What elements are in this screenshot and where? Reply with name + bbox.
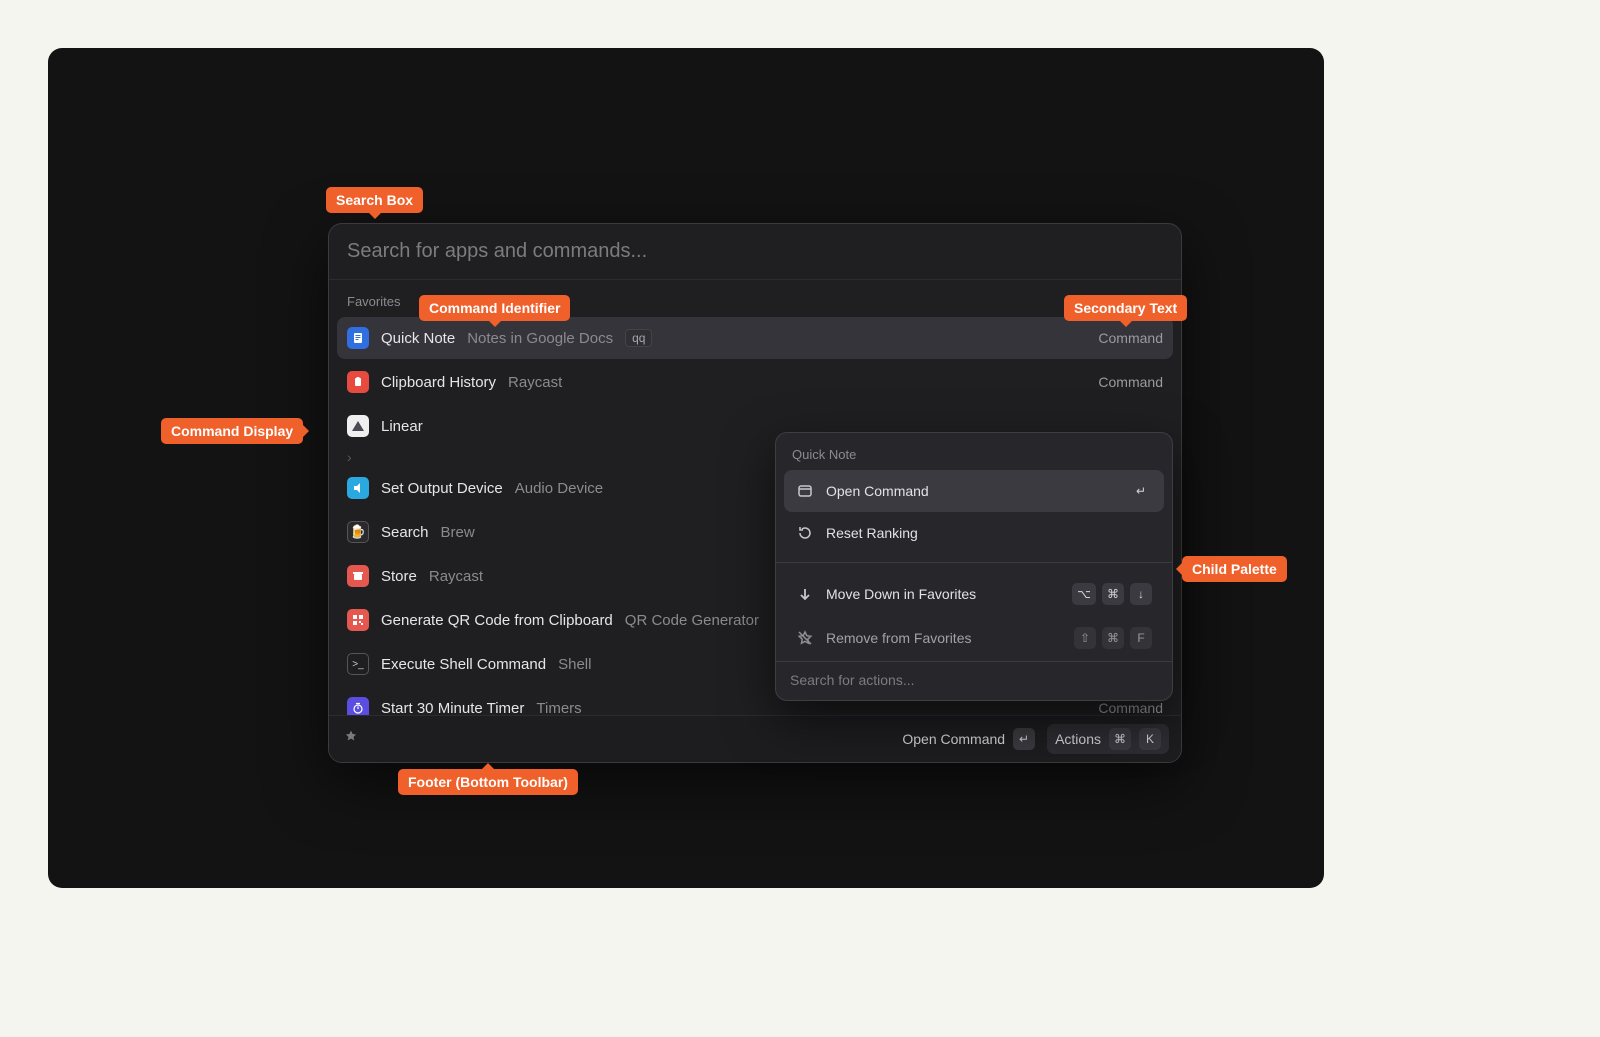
action-label: Remove from Favorites: [826, 630, 971, 646]
annotation-command-identifier: Command Identifier: [419, 295, 570, 321]
command-type: Command: [1098, 374, 1163, 390]
brew-icon: 🍺: [347, 521, 369, 543]
command-title: Generate QR Code from Clipboard: [381, 612, 613, 629]
command-subtitle: Shell: [558, 656, 591, 673]
key-icon: F: [1130, 627, 1152, 649]
command-item[interactable]: Clipboard History Raycast Command: [337, 361, 1173, 403]
command-subtitle: Brew: [441, 524, 475, 541]
doc-icon: [347, 327, 369, 349]
key-icon: ↓: [1130, 583, 1152, 605]
annotation-search-box: Search Box: [326, 187, 423, 213]
search-row: [329, 224, 1181, 280]
shell-icon: >_: [347, 653, 369, 675]
key-icon: ⌘: [1102, 583, 1124, 605]
command-type: Command: [1098, 700, 1163, 715]
command-subtitle: Raycast: [429, 568, 483, 585]
key-icon: ⌥: [1072, 583, 1096, 605]
action-item[interactable]: Move Down in Favorites ⌥ ⌘ ↓: [784, 573, 1164, 615]
action-label: Open Command: [826, 483, 929, 499]
enter-key-icon: ↵: [1013, 728, 1035, 750]
command-subtitle: Audio Device: [515, 480, 603, 497]
k-key-icon: K: [1139, 728, 1161, 750]
action-shortcut: ↵: [1130, 480, 1152, 502]
annotation-secondary-text: Secondary Text: [1064, 295, 1187, 321]
settings-icon[interactable]: [341, 729, 361, 749]
cmd-key-icon: ⌘: [1109, 728, 1131, 750]
unfav-icon: [796, 629, 814, 647]
linear-icon: [347, 415, 369, 437]
subpanel-title: Quick Note: [776, 433, 1172, 468]
timer-icon: [347, 697, 369, 715]
action-item[interactable]: Open Command ↵: [784, 470, 1164, 512]
command-title: Quick Note: [381, 330, 455, 347]
key-icon: ⌘: [1102, 627, 1124, 649]
clipboard-icon: [347, 371, 369, 393]
action-item[interactable]: Reset Ranking: [784, 514, 1164, 552]
command-title: Clipboard History: [381, 374, 496, 391]
subpanel-search-row: [776, 661, 1172, 700]
command-title: Start 30 Minute Timer: [381, 700, 524, 716]
actions-label: Actions: [1055, 731, 1101, 747]
command-title: Set Output Device: [381, 480, 503, 497]
command-title: Search: [381, 524, 429, 541]
action-shortcut: ⇧ ⌘ F: [1074, 627, 1152, 649]
command-subtitle: Raycast: [508, 374, 562, 391]
reset-icon: [796, 524, 814, 542]
command-subtitle: Timers: [536, 700, 581, 716]
open-command-label: Open Command: [902, 731, 1005, 747]
annotation-footer: Footer (Bottom Toolbar): [398, 769, 578, 795]
actions-button[interactable]: Actions ⌘ K: [1047, 724, 1169, 754]
open-icon: [796, 482, 814, 500]
command-title: Store: [381, 568, 417, 585]
footer-toolbar: Open Command ↵ Actions ⌘ K: [329, 715, 1181, 762]
action-shortcut: ⌥ ⌘ ↓: [1072, 583, 1152, 605]
command-alias: qq: [625, 329, 652, 347]
qr-icon: [347, 609, 369, 631]
annotation-child-palette: Child Palette: [1182, 556, 1287, 582]
app-canvas: Favorites Quick NoteNotes in Google Docs…: [48, 48, 1324, 888]
search-input[interactable]: [347, 240, 1163, 263]
action-subpanel: Quick Note Open Command ↵ Reset Ranking Mo…: [775, 432, 1173, 701]
action-item[interactable]: Remove from Favorites ⇧ ⌘ F: [784, 617, 1164, 659]
down-icon: [796, 585, 814, 603]
command-title: Execute Shell Command: [381, 656, 546, 673]
command-subtitle: QR Code Generator: [625, 612, 759, 629]
subpanel-search-input[interactable]: [790, 672, 1158, 688]
audio-icon: [347, 477, 369, 499]
subpanel-divider: [776, 562, 1172, 563]
command-title: Linear: [381, 418, 423, 435]
key-icon: ⇧: [1074, 627, 1096, 649]
open-command-button[interactable]: Open Command ↵: [902, 728, 1035, 750]
action-label: Reset Ranking: [826, 525, 918, 541]
key-icon: ↵: [1130, 480, 1152, 502]
store-icon: [347, 565, 369, 587]
action-label: Move Down in Favorites: [826, 586, 976, 602]
command-item[interactable]: Quick NoteNotes in Google DocsqqCommand: [337, 317, 1173, 359]
annotation-command-display: Command Display: [161, 418, 303, 444]
